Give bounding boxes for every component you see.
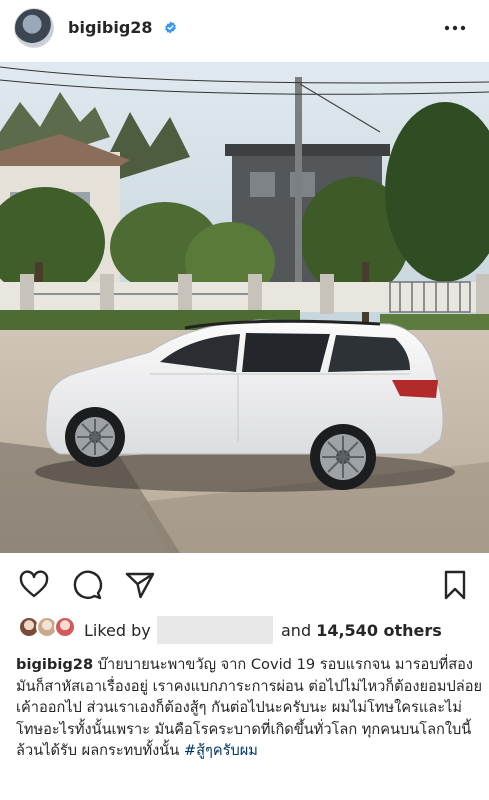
liked-by-label: Liked by bbox=[84, 621, 151, 640]
caption: bigibig28 บ๊ายบายนะพาขวัญ จาก Covid 19 ร… bbox=[16, 654, 482, 762]
heart-icon[interactable] bbox=[18, 569, 50, 601]
post-photo[interactable] bbox=[0, 62, 489, 553]
and-label: and bbox=[281, 621, 312, 640]
more-horizontal-icon[interactable] bbox=[440, 16, 470, 40]
bookmark-icon[interactable] bbox=[439, 569, 471, 601]
username[interactable]: bigibig28 bbox=[68, 18, 153, 37]
hashtag-link[interactable]: #สู้ๆครับผม bbox=[184, 742, 258, 759]
likes-row: Liked by and 14,540 others bbox=[0, 614, 489, 646]
post-header: bigibig28 bbox=[0, 0, 489, 58]
liker-avatar[interactable] bbox=[54, 616, 76, 638]
caption-username[interactable]: bigibig28 bbox=[16, 656, 93, 673]
likes-others-count: 14,540 others bbox=[316, 621, 442, 640]
action-bar bbox=[0, 564, 489, 604]
redacted-username bbox=[157, 616, 273, 644]
avatar[interactable] bbox=[14, 8, 54, 48]
share-icon[interactable] bbox=[124, 569, 156, 601]
verified-badge-icon bbox=[165, 21, 176, 34]
comment-icon[interactable] bbox=[71, 569, 103, 601]
likes-count[interactable]: and 14,540 others bbox=[281, 621, 442, 640]
